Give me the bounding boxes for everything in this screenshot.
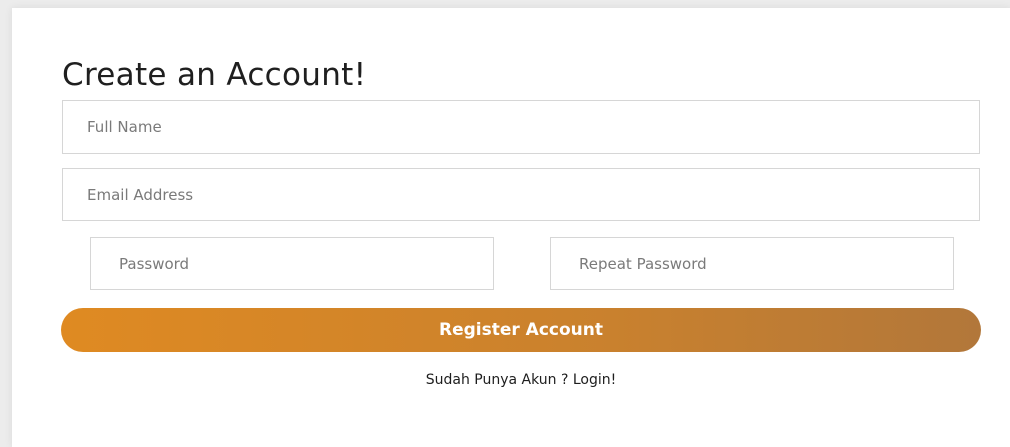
- register-account-button[interactable]: Register Account: [61, 308, 981, 352]
- page-title: Create an Account!: [62, 56, 367, 93]
- login-link[interactable]: Sudah Punya Akun ? Login!: [12, 372, 1010, 388]
- email-input[interactable]: [62, 168, 980, 221]
- full-name-input[interactable]: [62, 100, 980, 154]
- register-card: Create an Account! Register Account Suda…: [12, 8, 1010, 447]
- password-input[interactable]: [90, 237, 494, 290]
- repeat-password-input[interactable]: [550, 237, 954, 290]
